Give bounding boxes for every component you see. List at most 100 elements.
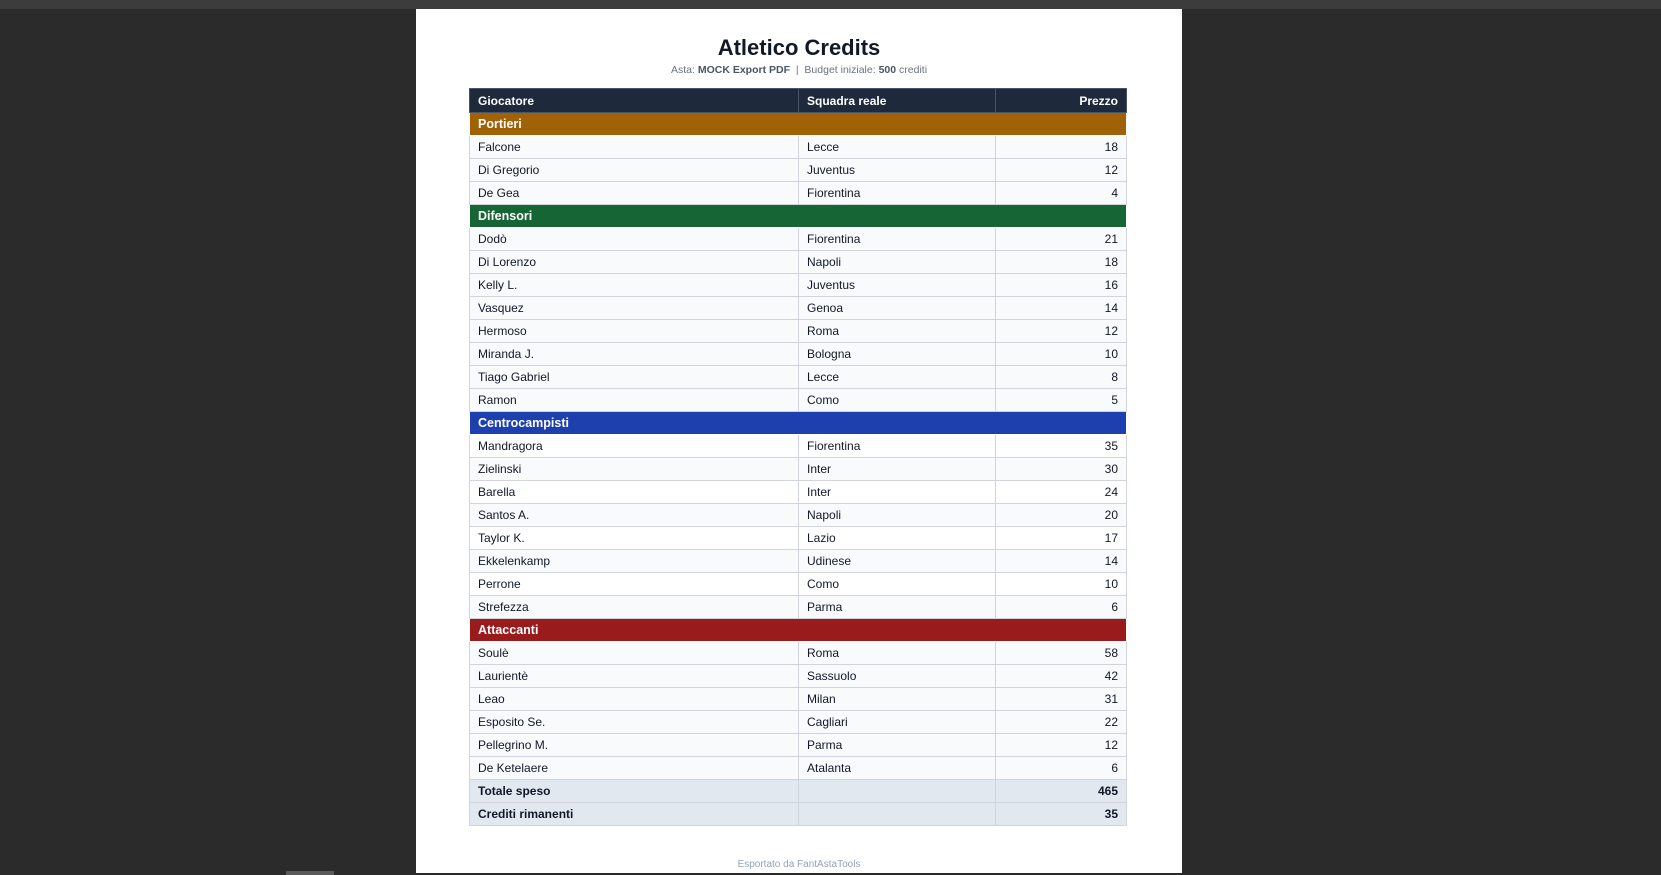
table-row: Mandragora Fiorentina 35 bbox=[469, 434, 1127, 458]
player-price: 12 bbox=[995, 733, 1127, 757]
table-row: Santos A. Napoli 20 bbox=[469, 503, 1127, 527]
table-row: Vasquez Genoa 14 bbox=[469, 296, 1127, 320]
horizontal-scrollbar[interactable] bbox=[286, 871, 334, 875]
player-price: 30 bbox=[995, 457, 1127, 481]
header-giocatore: Giocatore bbox=[469, 88, 799, 113]
player-name: Miranda J. bbox=[469, 342, 799, 366]
player-team: Lazio bbox=[798, 526, 996, 550]
player-price: 6 bbox=[995, 756, 1127, 780]
table-row: Ramon Como 5 bbox=[469, 388, 1127, 412]
table-row: Leao Milan 31 bbox=[469, 687, 1127, 711]
player-name: Pellegrino M. bbox=[469, 733, 799, 757]
table-row: Esposito Se. Cagliari 22 bbox=[469, 710, 1127, 734]
player-price: 42 bbox=[995, 664, 1127, 688]
player-price: 5 bbox=[995, 388, 1127, 412]
player-price: 21 bbox=[995, 227, 1127, 251]
player-price: 6 bbox=[995, 595, 1127, 619]
player-team: Fiorentina bbox=[798, 227, 996, 251]
totals-empty-cell bbox=[798, 802, 996, 826]
group-label: Portieri bbox=[469, 112, 1127, 136]
player-price: 12 bbox=[995, 319, 1127, 343]
totals-value: 35 bbox=[995, 802, 1127, 826]
player-price: 10 bbox=[995, 342, 1127, 366]
table-row: Pellegrino M. Parma 12 bbox=[469, 733, 1127, 757]
table-row: Laurientè Sassuolo 42 bbox=[469, 664, 1127, 688]
player-name: Esposito Se. bbox=[469, 710, 799, 734]
table-header-row: Giocatore Squadra reale Prezzo bbox=[469, 88, 1127, 113]
table-body: Portieri Falcone Lecce 18 Di Gregorio Juventu… bbox=[469, 112, 1127, 826]
group-row: Attaccanti bbox=[469, 618, 1127, 642]
player-name: Taylor K. bbox=[469, 526, 799, 550]
player-team: Napoli bbox=[798, 250, 996, 274]
player-team: Como bbox=[798, 572, 996, 596]
header-squadra: Squadra reale bbox=[798, 88, 996, 113]
table-row: Hermoso Roma 12 bbox=[469, 319, 1127, 343]
table-row: De Gea Fiorentina 4 bbox=[469, 181, 1127, 205]
group-label: Centrocampisti bbox=[469, 411, 1127, 435]
player-team: Parma bbox=[798, 733, 996, 757]
totals-row: Totale speso 465 bbox=[469, 779, 1127, 803]
player-price: 24 bbox=[995, 480, 1127, 504]
player-name: Ramon bbox=[469, 388, 799, 412]
header-prezzo: Prezzo bbox=[995, 88, 1127, 113]
group-row: Centrocampisti bbox=[469, 411, 1127, 435]
viewer-toolbar bbox=[0, 0, 1661, 9]
player-price: 8 bbox=[995, 365, 1127, 389]
player-team: Napoli bbox=[798, 503, 996, 527]
table-row: Dodò Fiorentina 21 bbox=[469, 227, 1127, 251]
player-price: 31 bbox=[995, 687, 1127, 711]
player-name: Hermoso bbox=[469, 319, 799, 343]
player-team: Lecce bbox=[798, 365, 996, 389]
player-price: 22 bbox=[995, 710, 1127, 734]
player-team: Genoa bbox=[798, 296, 996, 320]
page-subtitle: Asta: MOCK Export PDF | Budget iniziale:… bbox=[416, 64, 1182, 76]
table-row: De Ketelaere Atalanta 6 bbox=[469, 756, 1127, 780]
totals-label: Crediti rimanenti bbox=[469, 802, 799, 826]
table-row: Ekkelenkamp Udinese 14 bbox=[469, 549, 1127, 573]
player-name: Perrone bbox=[469, 572, 799, 596]
player-price: 18 bbox=[995, 135, 1127, 159]
subtitle-separator: | bbox=[795, 64, 799, 76]
group-label: Attaccanti bbox=[469, 618, 1127, 642]
player-team: Sassuolo bbox=[798, 664, 996, 688]
table-row: Di Gregorio Juventus 12 bbox=[469, 158, 1127, 182]
table-row: Tiago Gabriel Lecce 8 bbox=[469, 365, 1127, 389]
group-row: Portieri bbox=[469, 112, 1127, 136]
player-team: Lecce bbox=[798, 135, 996, 159]
asta-value: MOCK Export PDF bbox=[697, 64, 790, 76]
player-name: Santos A. bbox=[469, 503, 799, 527]
player-name: De Ketelaere bbox=[469, 756, 799, 780]
player-price: 18 bbox=[995, 250, 1127, 274]
player-name: Kelly L. bbox=[469, 273, 799, 297]
table-row: Zielinski Inter 30 bbox=[469, 457, 1127, 481]
player-team: Udinese bbox=[798, 549, 996, 573]
table-row: Strefezza Parma 6 bbox=[469, 595, 1127, 619]
player-team: Roma bbox=[798, 319, 996, 343]
player-team: Fiorentina bbox=[798, 434, 996, 458]
player-price: 58 bbox=[995, 641, 1127, 665]
player-name: Laurientè bbox=[469, 664, 799, 688]
roster-table: Giocatore Squadra reale Prezzo Portieri F… bbox=[469, 88, 1127, 826]
table-row: Di Lorenzo Napoli 18 bbox=[469, 250, 1127, 274]
player-name: De Gea bbox=[469, 181, 799, 205]
totals-row: Crediti rimanenti 35 bbox=[469, 802, 1127, 826]
player-price: 16 bbox=[995, 273, 1127, 297]
player-price: 14 bbox=[995, 296, 1127, 320]
player-name: Soulè bbox=[469, 641, 799, 665]
pdf-page: Atletico Credits Asta: MOCK Export PDF |… bbox=[416, 9, 1182, 873]
player-price: 20 bbox=[995, 503, 1127, 527]
player-price: 17 bbox=[995, 526, 1127, 550]
player-name: Dodò bbox=[469, 227, 799, 251]
player-name: Barella bbox=[469, 480, 799, 504]
player-price: 35 bbox=[995, 434, 1127, 458]
player-team: Parma bbox=[798, 595, 996, 619]
player-price: 10 bbox=[995, 572, 1127, 596]
player-name: Tiago Gabriel bbox=[469, 365, 799, 389]
page-title: Atletico Credits bbox=[717, 35, 881, 60]
player-name: Di Lorenzo bbox=[469, 250, 799, 274]
totals-label: Totale speso bbox=[469, 779, 799, 803]
player-price: 4 bbox=[995, 181, 1127, 205]
player-team: Atalanta bbox=[798, 756, 996, 780]
asta-label: Asta: bbox=[670, 64, 695, 76]
budget-unit: crediti bbox=[899, 64, 928, 76]
